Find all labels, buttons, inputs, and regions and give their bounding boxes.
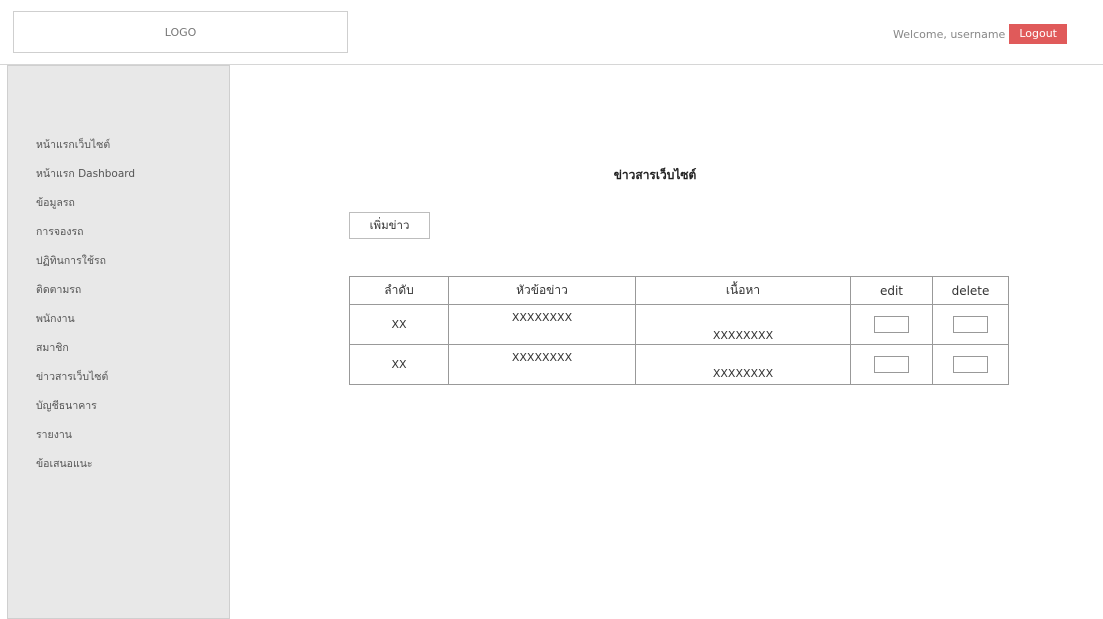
edit-button[interactable] — [874, 316, 909, 333]
sidebar-item-website-home[interactable]: หน้าแรกเว็บไซต์ — [36, 136, 135, 165]
logo: LOGO — [13, 11, 348, 53]
sidebar-item-bank-accounts[interactable]: บัญชีธนาคาร — [36, 397, 135, 426]
user-area: Welcome, username Logout — [893, 24, 1067, 44]
delete-button[interactable] — [953, 356, 988, 373]
add-news-button[interactable]: เพิ่มข่าว — [349, 212, 430, 239]
sidebar-item-car-calendar[interactable]: ปฏิทินการใช้รถ — [36, 252, 135, 281]
news-table: ลำดับ หัวข้อข่าว เนื้อหา edit delete XX … — [349, 276, 1009, 385]
sidebar-item-dashboard[interactable]: หน้าแรก Dashboard — [36, 165, 135, 194]
sidebar-item-members[interactable]: สมาชิก — [36, 339, 135, 368]
column-header-headline: หัวข้อข่าว — [448, 276, 636, 305]
cell-order: XX — [349, 344, 449, 385]
cell-content: XXXXXXXX — [635, 304, 851, 345]
edit-button[interactable] — [874, 356, 909, 373]
column-header-delete: delete — [932, 276, 1009, 305]
cell-order: XX — [349, 304, 449, 345]
table-row: XX XXXXXXXX XXXXXXXX — [349, 344, 1009, 385]
delete-button[interactable] — [953, 316, 988, 333]
cell-delete — [932, 304, 1009, 345]
cell-headline: XXXXXXXX — [448, 344, 636, 385]
welcome-text: Welcome, username — [893, 27, 1006, 41]
column-header-edit: edit — [850, 276, 933, 305]
sidebar-item-car-info[interactable]: ข้อมูลรถ — [36, 194, 135, 223]
sidebar-item-employees[interactable]: พนักงาน — [36, 310, 135, 339]
sidebar-item-feedback[interactable]: ข้อเสนอแนะ — [36, 455, 135, 484]
page-title: ข่าวสารเว็บไซต์ — [613, 168, 697, 182]
sidebar-item-car-tracking[interactable]: ติดตามรถ — [36, 281, 135, 310]
column-header-content: เนื้อหา — [635, 276, 851, 305]
cell-content: XXXXXXXX — [635, 344, 851, 385]
cell-delete — [932, 344, 1009, 385]
logo-text: LOGO — [164, 25, 197, 39]
cell-edit — [850, 344, 933, 385]
cell-headline: XXXXXXXX — [448, 304, 636, 345]
sidebar: หน้าแรกเว็บไซต์ หน้าแรก Dashboard ข้อมูล… — [7, 65, 230, 619]
sidebar-menu: หน้าแรกเว็บไซต์ หน้าแรก Dashboard ข้อมูล… — [36, 136, 135, 484]
sidebar-item-website-news[interactable]: ข่าวสารเว็บไซต์ — [36, 368, 135, 397]
column-header-order: ลำดับ — [349, 276, 449, 305]
sidebar-item-reports[interactable]: รายงาน — [36, 426, 135, 455]
sidebar-item-car-booking[interactable]: การจองรถ — [36, 223, 135, 252]
table-row: XX XXXXXXXX XXXXXXXX — [349, 304, 1009, 345]
cell-edit — [850, 304, 933, 345]
logout-button[interactable]: Logout — [1009, 24, 1067, 44]
table-header-row: ลำดับ หัวข้อข่าว เนื้อหา edit delete — [349, 276, 1009, 305]
